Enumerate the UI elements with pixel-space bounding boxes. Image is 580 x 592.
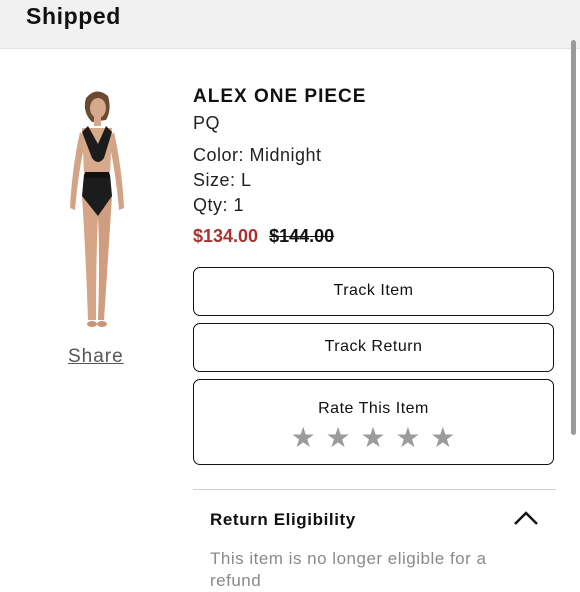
- star-rating[interactable]: ★ ★ ★ ★ ★: [194, 421, 553, 454]
- product-quantity: Qty: 1: [193, 195, 245, 215]
- product-size: Size: L: [193, 170, 252, 190]
- product-brand: PQ: [193, 113, 221, 133]
- original-price: $144.00: [269, 226, 335, 246]
- chevron-up-icon[interactable]: [512, 508, 540, 528]
- return-eligibility-title[interactable]: Return Eligibility: [210, 510, 356, 530]
- order-status-header: Shipped: [0, 0, 580, 49]
- return-eligibility-text: This item is no longer eligible for a re…: [210, 549, 487, 590]
- star-icon[interactable]: ★: [326, 421, 352, 454]
- price-row: $134.00 $144.00: [193, 226, 334, 247]
- star-icon[interactable]: ★: [291, 421, 317, 454]
- star-icon[interactable]: ★: [395, 421, 421, 454]
- share-link[interactable]: Share: [68, 346, 124, 368]
- product-name[interactable]: ALEX ONE PIECE: [193, 86, 366, 108]
- track-return-button[interactable]: Track Return: [193, 323, 554, 372]
- rate-item-box: Rate This Item ★ ★ ★ ★ ★: [193, 379, 554, 465]
- star-icon[interactable]: ★: [360, 421, 386, 454]
- order-status-title: Shipped: [26, 3, 121, 29]
- product-color: Color: Midnight: [193, 145, 322, 165]
- scrollbar[interactable]: [571, 40, 576, 435]
- swimsuit-model-image: [70, 91, 124, 327]
- star-icon[interactable]: ★: [430, 421, 456, 454]
- track-item-button[interactable]: Track Item: [193, 267, 554, 316]
- sale-price: $134.00: [193, 226, 259, 246]
- product-image[interactable]: [58, 88, 136, 332]
- section-divider: [193, 489, 556, 490]
- rate-item-label: Rate This Item: [318, 400, 429, 417]
